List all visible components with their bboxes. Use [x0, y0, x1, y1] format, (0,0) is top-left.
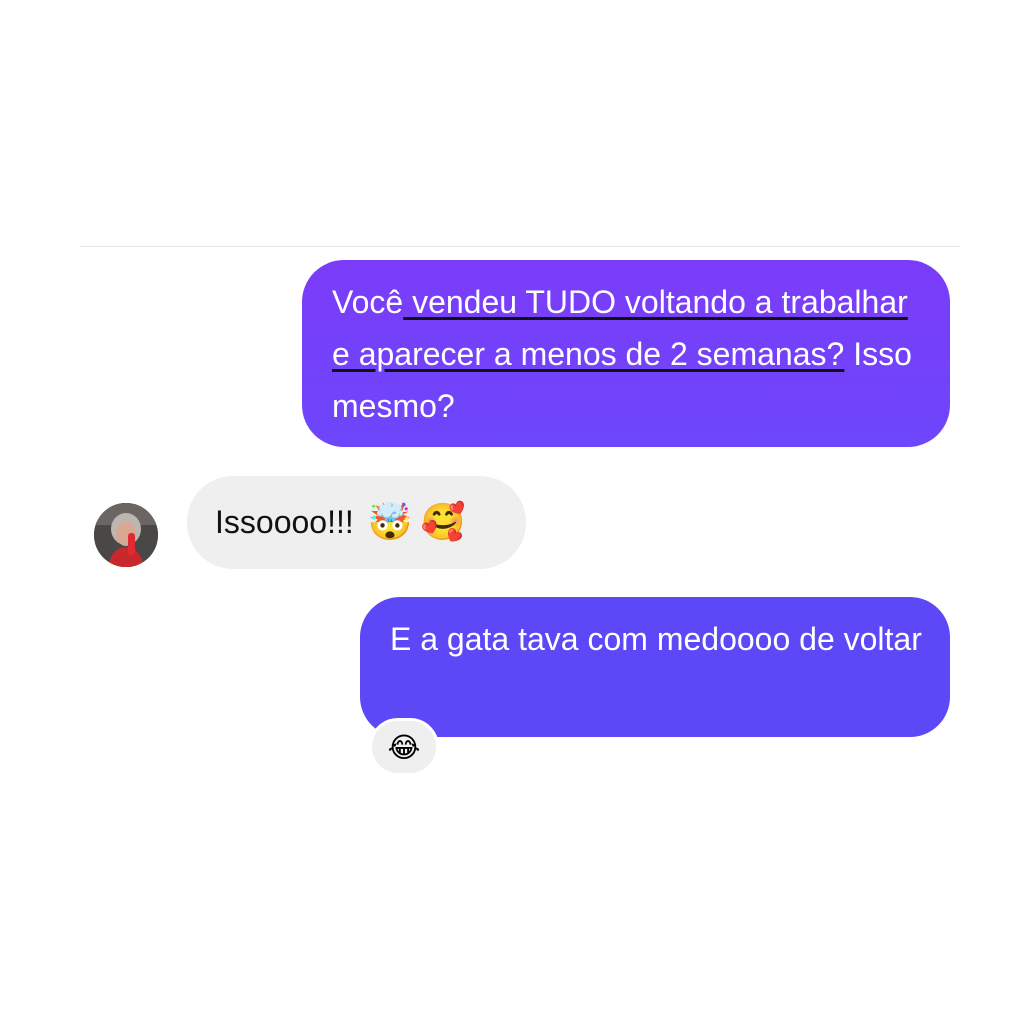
message-text: Issoooo!!! [215, 504, 354, 540]
incoming-message-bubble[interactable]: Issoooo!!! 🤯 🥰 [187, 476, 526, 569]
user-avatar-photo [94, 503, 158, 567]
message-text-part: Você [332, 284, 404, 320]
avatar[interactable] [94, 503, 158, 567]
outgoing-message-bubble[interactable]: E a gata tava com medoooo de voltar [360, 597, 950, 737]
laughing-tears-emoji-icon: 😂 [387, 730, 421, 764]
reaction-badge[interactable]: 😂 [369, 718, 439, 776]
exploding-head-emoji-icon: 🤯 [367, 501, 413, 543]
conversation-divider [80, 246, 960, 247]
message-text-underlined: vendeu TUDO voltando a trabalhar e apare… [332, 284, 908, 372]
smiling-face-hearts-emoji-icon: 🥰 [420, 501, 466, 543]
outgoing-message-bubble[interactable]: Você vendeu TUDO voltando a trabalhar e … [302, 260, 950, 447]
message-text: E a gata tava com medoooo de voltar [390, 621, 922, 657]
